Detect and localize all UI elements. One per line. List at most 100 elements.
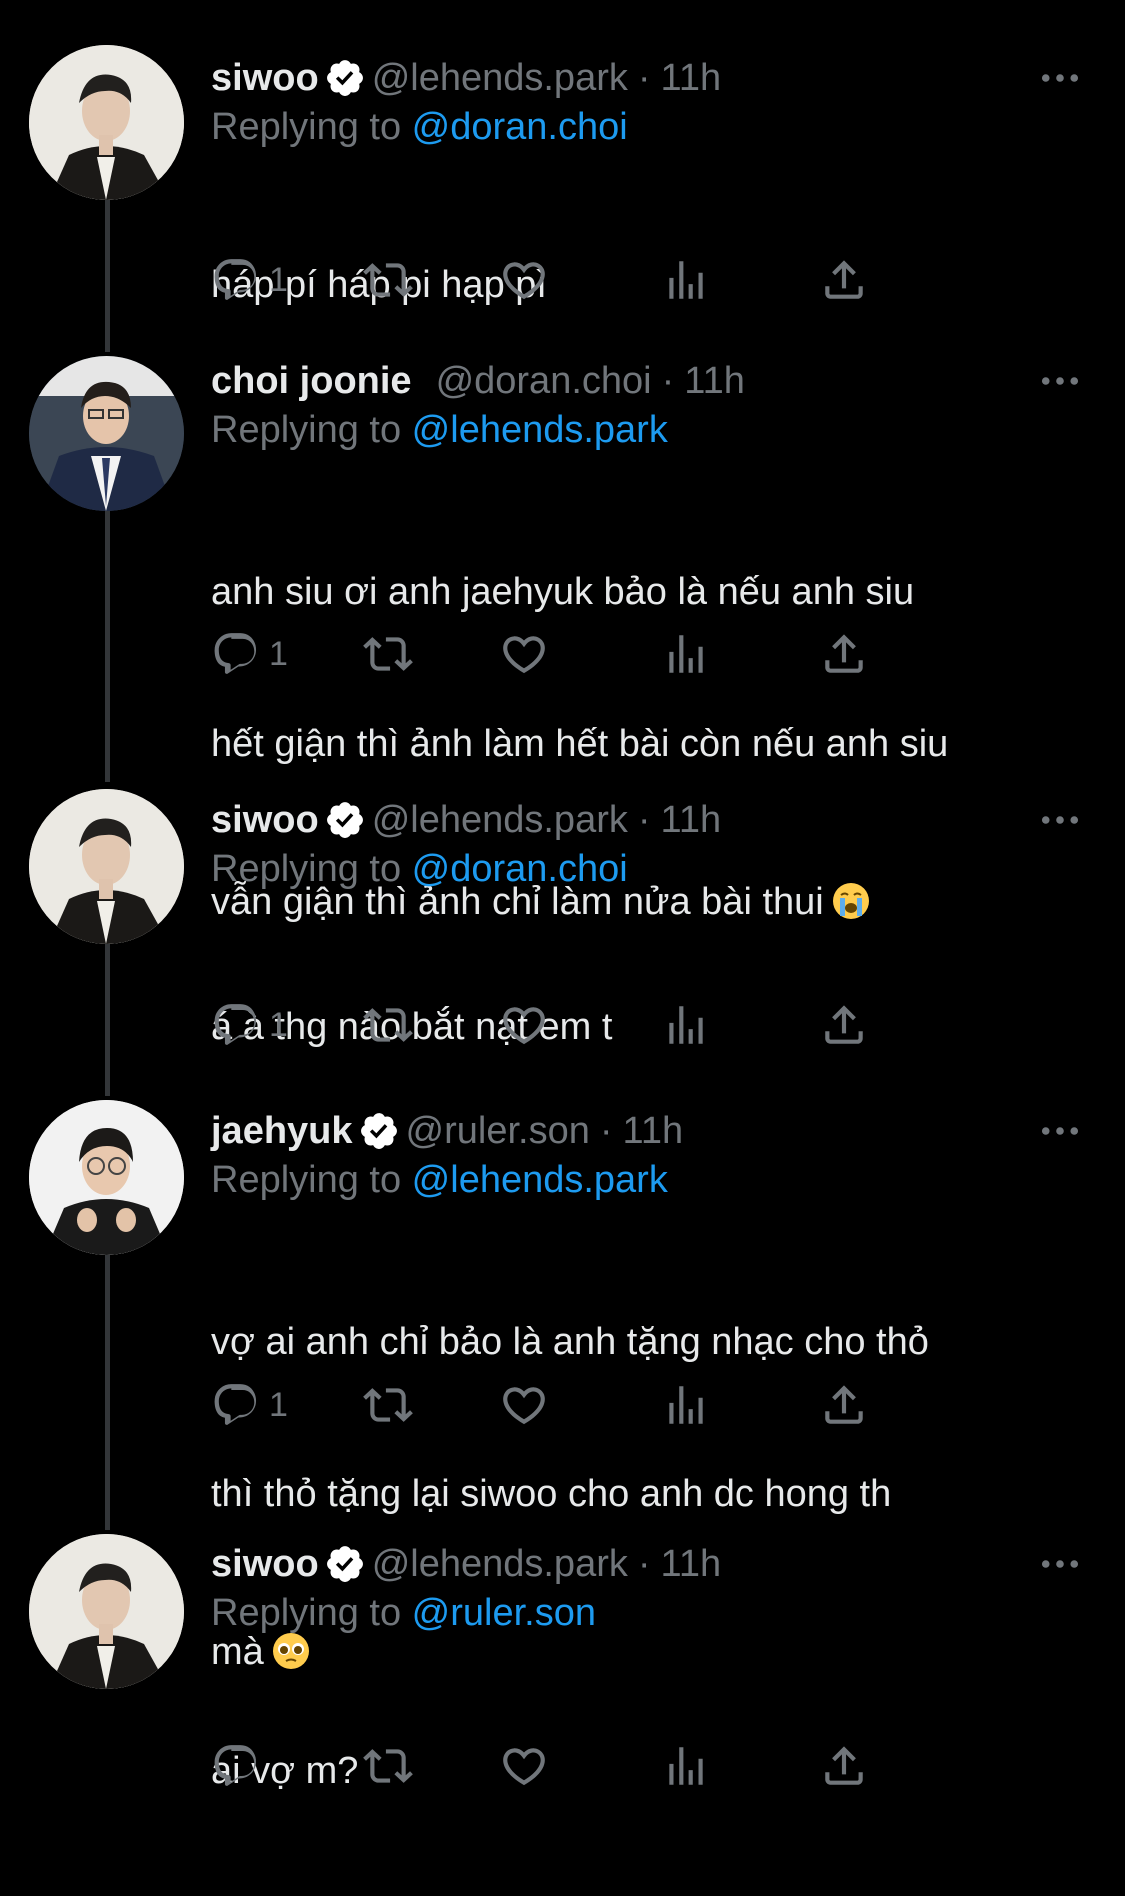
timestamp[interactable]: 11h [661,1538,722,1590]
views-icon [669,1386,703,1424]
replying-to-label: Replying to [211,1159,412,1201]
like-icon [503,1387,545,1425]
timestamp[interactable]: 11h [661,52,722,104]
display-name[interactable]: choi joonie [211,355,412,407]
more-icon[interactable] [1035,52,1085,104]
reply-icon [214,1004,257,1045]
avatar[interactable] [29,356,184,511]
retweet-button[interactable] [363,1736,413,1796]
retweet-icon [363,1388,413,1422]
tweet-text-line: anh siu ơi anh jaehyuk bảo là nếu anh si… [211,571,915,613]
views-button[interactable] [661,1375,711,1435]
timestamp[interactable]: 11h [684,355,745,407]
like-button[interactable] [499,1736,549,1796]
like-button[interactable] [499,995,549,1055]
tweet[interactable]: choi joonie @doran.choi · 11h Replying t… [0,340,1125,923]
retweet-button[interactable] [363,624,413,684]
display-name[interactable]: siwoo [211,1538,319,1590]
display-name[interactable]: siwoo [211,794,319,846]
share-button[interactable] [819,995,869,1055]
handle[interactable]: @ruler.son [406,1105,590,1157]
views-icon [669,635,703,673]
share-icon [825,260,863,299]
timestamp[interactable]: 11h [623,1105,684,1157]
avatar[interactable] [29,789,184,944]
reply-count: 1 [269,260,288,299]
views-button[interactable] [661,995,711,1055]
handle[interactable]: @lehends.park [372,794,628,846]
verified-badge-icon [358,1110,400,1152]
reply-button[interactable] [211,1736,269,1796]
retweet-icon [363,637,413,671]
more-icon[interactable] [1035,355,1085,407]
views-button[interactable] [661,1736,711,1796]
more-icon[interactable] [1035,794,1085,846]
reply-icon [214,1384,257,1425]
more-icon[interactable] [1035,1105,1085,1157]
handle[interactable]: @lehends.park [372,52,628,104]
mention-link[interactable]: @lehends.park [412,1159,668,1201]
tweet-actions [211,1736,1011,1796]
more-icon[interactable] [1035,1538,1085,1590]
tweet[interactable]: siwoo @lehends.park · 11h Replying to @r… [0,1520,1125,1809]
views-icon [669,1006,703,1044]
timestamp[interactable]: 11h [661,794,722,846]
avatar[interactable] [29,1534,184,1689]
views-button[interactable] [661,624,711,684]
retweet-button[interactable] [363,250,413,310]
tweet-header: jaehyuk @ruler.son · 11h [211,1105,1085,1157]
avatar[interactable] [29,1100,184,1255]
reply-button[interactable]: 1 [211,250,288,310]
views-icon [669,261,703,299]
share-button[interactable] [819,1375,869,1435]
tweet-text-line: vợ ai anh chỉ bảo là anh tặng nhạc cho t… [211,1321,929,1363]
tweet-header: siwoo @lehends.park · 11h [211,1538,1085,1590]
mention-link[interactable]: @lehends.park [412,409,668,451]
replying-to-label: Replying to [211,409,412,451]
like-button[interactable] [499,1375,549,1435]
reply-button[interactable]: 1 [211,1375,288,1435]
mention-link[interactable]: @ruler.son [412,1592,596,1634]
mention-link[interactable]: @doran.choi [412,106,628,148]
avatar[interactable] [29,45,184,200]
mention-link[interactable]: @doran.choi [412,848,628,890]
share-button[interactable] [819,624,869,684]
retweet-button[interactable] [363,1375,413,1435]
share-button[interactable] [819,1736,869,1796]
reply-button[interactable]: 1 [211,624,288,684]
tweet[interactable]: jaehyuk @ruler.son · 11h Replying to @le… [0,1100,1125,1673]
handle[interactable]: @lehends.park [372,1538,628,1590]
separator-dot: · [599,1110,613,1152]
tweet-actions: 1 [211,624,1011,684]
retweet-icon [363,1749,413,1783]
like-button[interactable] [499,250,549,310]
share-icon [825,1385,863,1424]
replying-to: Replying to @doran.choi [211,846,1085,892]
replying-to: Replying to @lehends.park [211,407,1085,453]
reply-count: 1 [269,1005,288,1044]
tweet-actions: 1 [211,995,1011,1055]
tweet-text-line: thì thỏ tặng lại siwoo cho anh dc hong t… [211,1473,892,1515]
like-button[interactable] [499,624,549,684]
retweet-icon [363,1008,413,1042]
handle[interactable]: @doran.choi [436,355,652,407]
verified-badge-icon [324,799,366,841]
display-name[interactable]: siwoo [211,52,319,104]
display-name[interactable]: jaehyuk [211,1105,353,1157]
reply-button[interactable]: 1 [211,995,288,1055]
share-button[interactable] [819,250,869,310]
views-button[interactable] [661,250,711,310]
retweet-icon [363,263,413,297]
retweet-button[interactable] [363,995,413,1055]
replying-to: Replying to @lehends.park [211,1157,1085,1203]
verified-badge-icon [324,1543,366,1585]
reply-icon [214,1745,257,1786]
reply-thread: siwoo @lehends.park · 11h Replying to @d… [0,0,1125,1809]
like-icon [503,636,545,674]
verified-badge-icon [324,57,366,99]
tweet[interactable]: siwoo @lehends.park · 11h Replying to @d… [0,0,1125,340]
like-icon [503,262,545,300]
reply-icon [214,633,257,674]
tweet[interactable]: siwoo @lehends.park · 11h Replying to @d… [0,760,1125,1100]
reply-icon [214,259,257,300]
